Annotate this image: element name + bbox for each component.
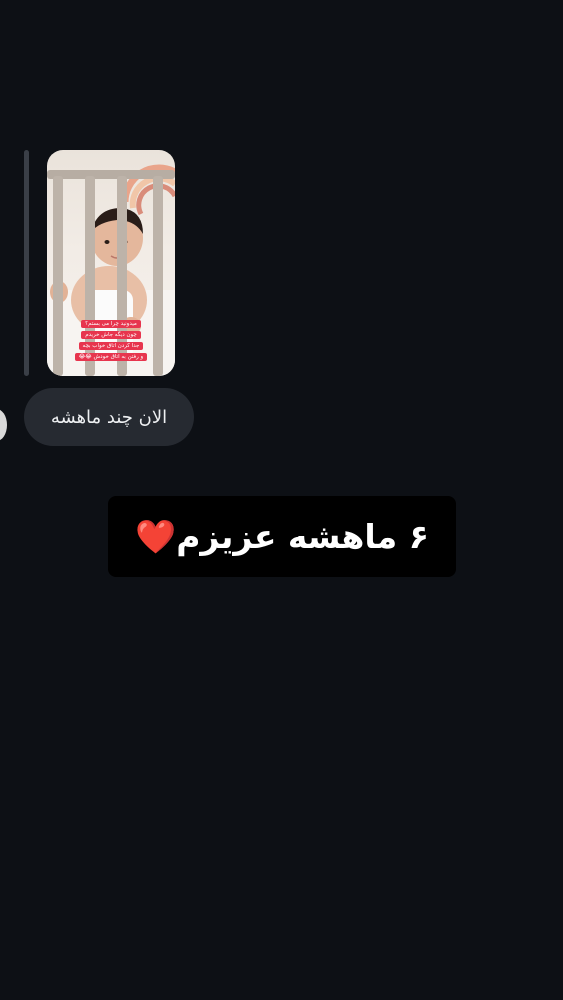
chat-screen: میدونید چرا می بستم؟ چون دیگه جاش خریدم … bbox=[0, 0, 563, 1000]
story-reply-indicator-bar bbox=[24, 150, 29, 376]
story-thumbnail[interactable]: میدونید چرا می بستم؟ چون دیگه جاش خریدم … bbox=[47, 150, 175, 376]
story-caption-line: چون دیگه جاش خریدم bbox=[81, 331, 141, 339]
story-caption-line: میدونید چرا می بستم؟ bbox=[81, 320, 141, 328]
overlay-caption-box: ۶ ماهشه عزیزم❤️ bbox=[108, 496, 456, 577]
message-text: الان چند ماهشه bbox=[50, 406, 168, 428]
story-caption-line: جدا کردن اتاق خواب بچه bbox=[78, 342, 144, 350]
message-bubble[interactable]: الان چند ماهشه bbox=[24, 388, 194, 446]
story-caption-stack: میدونید چرا می بستم؟ چون دیگه جاش خریدم … bbox=[47, 320, 175, 361]
overlay-caption-text: ۶ ماهشه عزیزم❤️ bbox=[135, 516, 429, 556]
story-caption-line: و رفتن به اتاق خودش 😂😂 bbox=[74, 353, 148, 361]
sender-avatar[interactable] bbox=[0, 409, 7, 441]
